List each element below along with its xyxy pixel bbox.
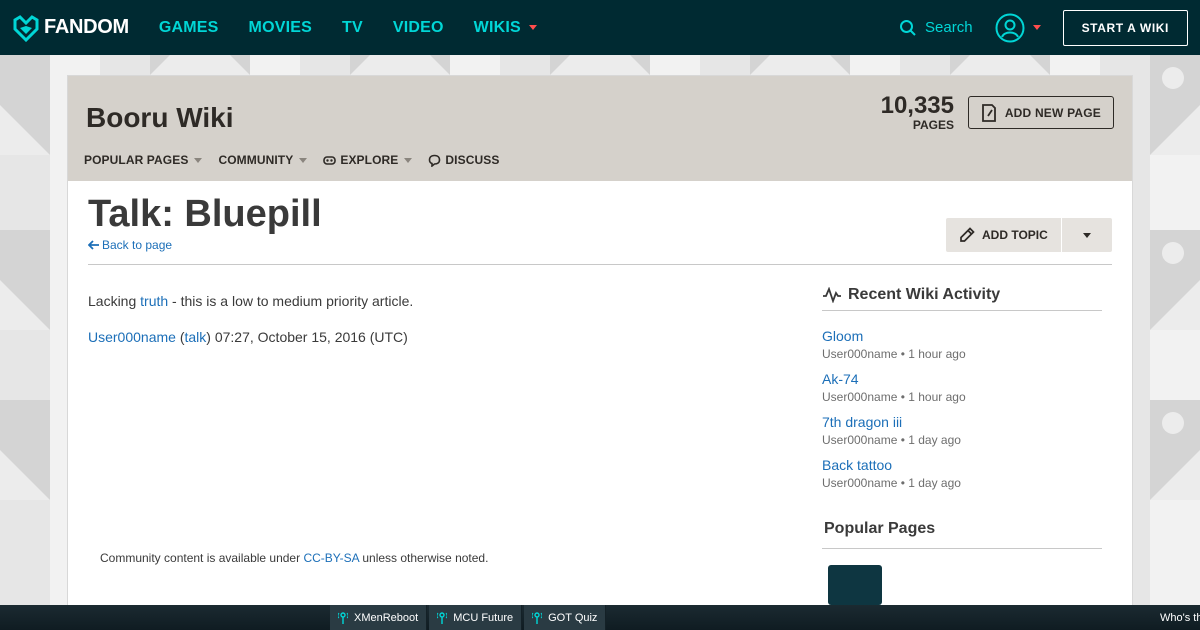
- nav-link-wikis[interactable]: WIKIS: [474, 19, 537, 37]
- fandom-logo[interactable]: FANDOM: [12, 14, 129, 42]
- arrow-left-icon: [88, 240, 99, 250]
- fandom-logo-icon: [13, 14, 39, 42]
- popular-page-thumbnail[interactable]: [828, 565, 882, 605]
- header-divider: [88, 264, 1112, 265]
- activity-meta: User000name • 1 hour ago: [822, 347, 966, 361]
- chevron-down-icon: [1032, 25, 1041, 30]
- wiki-container: Booru Wiki 10,335 PAGES ADD NEW PAGE POP…: [67, 75, 1133, 630]
- nav-link-tv[interactable]: TV: [342, 19, 363, 37]
- page-edit-icon: [981, 103, 996, 122]
- chevron-down-icon: [194, 157, 203, 163]
- nav-link-wikis-label: WIKIS: [473, 18, 521, 36]
- activity-list: Gloom User000name • 1 hour ago Ak-74 Use…: [822, 327, 1104, 490]
- trending-label: XMenReboot: [354, 611, 419, 624]
- wiki-nav-popular-pages[interactable]: POPULAR PAGES: [84, 153, 203, 167]
- user-menu[interactable]: [995, 13, 1041, 43]
- wiki-name[interactable]: Booru Wiki: [86, 102, 234, 134]
- add-topic-dropdown[interactable]: [1062, 218, 1112, 252]
- signature-timestamp: ) 07:27, October 15, 2016 (UTC): [206, 329, 408, 345]
- logo-text: FANDOM: [44, 16, 129, 38]
- wiki-nav-label: DISCUSS: [445, 153, 500, 167]
- wiki-header: Booru Wiki 10,335 PAGES ADD NEW PAGE POP…: [68, 76, 1132, 181]
- back-to-page-label: Back to page: [102, 238, 173, 252]
- search-label: Search: [925, 19, 973, 36]
- antenna-icon: [338, 611, 348, 624]
- chevron-down-icon: [404, 157, 413, 163]
- start-a-wiki-button[interactable]: START A WIKI: [1062, 9, 1188, 46]
- recent-activity-title: Recent Wiki Activity: [848, 286, 1001, 303]
- license-text: Community content is available under: [100, 551, 304, 565]
- wiki-nav-label: COMMUNITY: [218, 153, 294, 167]
- signature: User000name (talk) 07:27, October 15, 20…: [88, 328, 788, 346]
- activity-icon: [823, 287, 841, 303]
- wiki-nav-label: EXPLORE: [340, 153, 399, 167]
- search-icon: [900, 19, 916, 36]
- avatar-icon: [995, 13, 1025, 42]
- nav-link-movies[interactable]: MOVIES: [249, 19, 312, 37]
- search-button[interactable]: Search: [899, 19, 973, 37]
- page-count: 10,335 PAGES: [881, 92, 954, 132]
- chevron-down-icon: [1083, 232, 1091, 238]
- bottom-bar: XMenReboot MCU Future GOT Quiz Who's th: [0, 605, 1200, 630]
- activity-meta: User000name • 1 hour ago: [822, 390, 966, 404]
- page-title: Talk: Bluepill: [88, 193, 322, 235]
- wiki-nav-explore[interactable]: EXPLORE: [323, 153, 413, 167]
- activity-link[interactable]: 7th dragon iii: [822, 414, 902, 430]
- article-text: Lacking: [88, 293, 141, 309]
- talk-link[interactable]: talk: [185, 329, 207, 345]
- wiki-nav-discuss[interactable]: DISCUSS: [428, 153, 499, 167]
- truth-link[interactable]: truth: [140, 293, 168, 309]
- right-rail: Recent Wiki Activity Gloom User000name •…: [822, 286, 1104, 605]
- primary-nav: GAMES MOVIES TV VIDEO WIKIS: [159, 19, 567, 37]
- popular-pages-heading: Popular Pages: [822, 520, 1102, 549]
- license-notice: Community content is available under CC-…: [100, 551, 488, 565]
- explore-icon: [323, 155, 337, 165]
- nav-link-video[interactable]: VIDEO: [393, 19, 444, 37]
- add-topic-button[interactable]: ADD TOPIC: [946, 218, 1062, 252]
- trending-label: GOT Quiz: [548, 611, 598, 624]
- activity-meta: User000name • 1 day ago: [822, 433, 961, 447]
- license-link[interactable]: CC-BY-SA: [303, 551, 359, 565]
- add-topic-button-group: ADD TOPIC: [946, 218, 1112, 252]
- nav-link-games[interactable]: GAMES: [159, 19, 219, 37]
- list-item: Back tattoo User000name • 1 day ago: [822, 456, 1104, 490]
- antenna-icon: [437, 611, 448, 624]
- wiki-nav: POPULAR PAGES COMMUNITY EXPLORE DISCUSS: [84, 153, 515, 167]
- user-link[interactable]: User000name: [88, 329, 176, 345]
- license-text: unless otherwise noted.: [359, 551, 489, 565]
- back-to-page-link[interactable]: Back to page: [88, 238, 172, 252]
- wiki-nav-label: POPULAR PAGES: [84, 153, 189, 167]
- discuss-icon: [429, 154, 441, 167]
- list-item: Gloom User000name • 1 hour ago: [822, 327, 1104, 361]
- add-new-page-button[interactable]: ADD NEW PAGE: [967, 96, 1114, 129]
- recent-activity-heading: Recent Wiki Activity: [822, 286, 1102, 311]
- trending-label: MCU Future: [453, 611, 514, 624]
- antenna-icon: [532, 611, 543, 624]
- trending-item[interactable]: MCU Future: [429, 605, 523, 630]
- list-item: 7th dragon iii User000name • 1 day ago: [822, 413, 1104, 447]
- article-paragraph: Lacking truth - this is a low to medium …: [88, 292, 788, 310]
- pencil-icon: [960, 227, 975, 242]
- article-content: Lacking truth - this is a low to medium …: [88, 292, 788, 364]
- list-item: Ak-74 User000name • 1 hour ago: [822, 370, 1104, 404]
- activity-link[interactable]: Ak-74: [822, 371, 859, 387]
- wiki-nav-community[interactable]: COMMUNITY: [218, 153, 308, 167]
- add-topic-label: ADD TOPIC: [982, 228, 1048, 242]
- chevron-down-icon: [299, 157, 308, 163]
- trending-item[interactable]: XMenReboot: [330, 605, 428, 630]
- page-count-number: 10,335: [880, 92, 954, 119]
- activity-link[interactable]: Gloom: [822, 328, 863, 344]
- add-new-page-label: ADD NEW PAGE: [1004, 105, 1101, 120]
- chevron-down-icon: [528, 25, 537, 30]
- activity-link[interactable]: Back tattoo: [822, 457, 892, 473]
- article-text: - this is a low to medium priority artic…: [168, 293, 414, 309]
- page-count-label: PAGES: [912, 118, 954, 132]
- activity-meta: User000name • 1 day ago: [822, 476, 961, 490]
- signature-text: (: [175, 329, 185, 345]
- bottom-bar-text[interactable]: Who's th: [1160, 612, 1200, 624]
- trending-item[interactable]: GOT Quiz: [524, 605, 607, 630]
- global-nav: FANDOM GAMES MOVIES TV VIDEO WIKIS Searc…: [0, 0, 1200, 55]
